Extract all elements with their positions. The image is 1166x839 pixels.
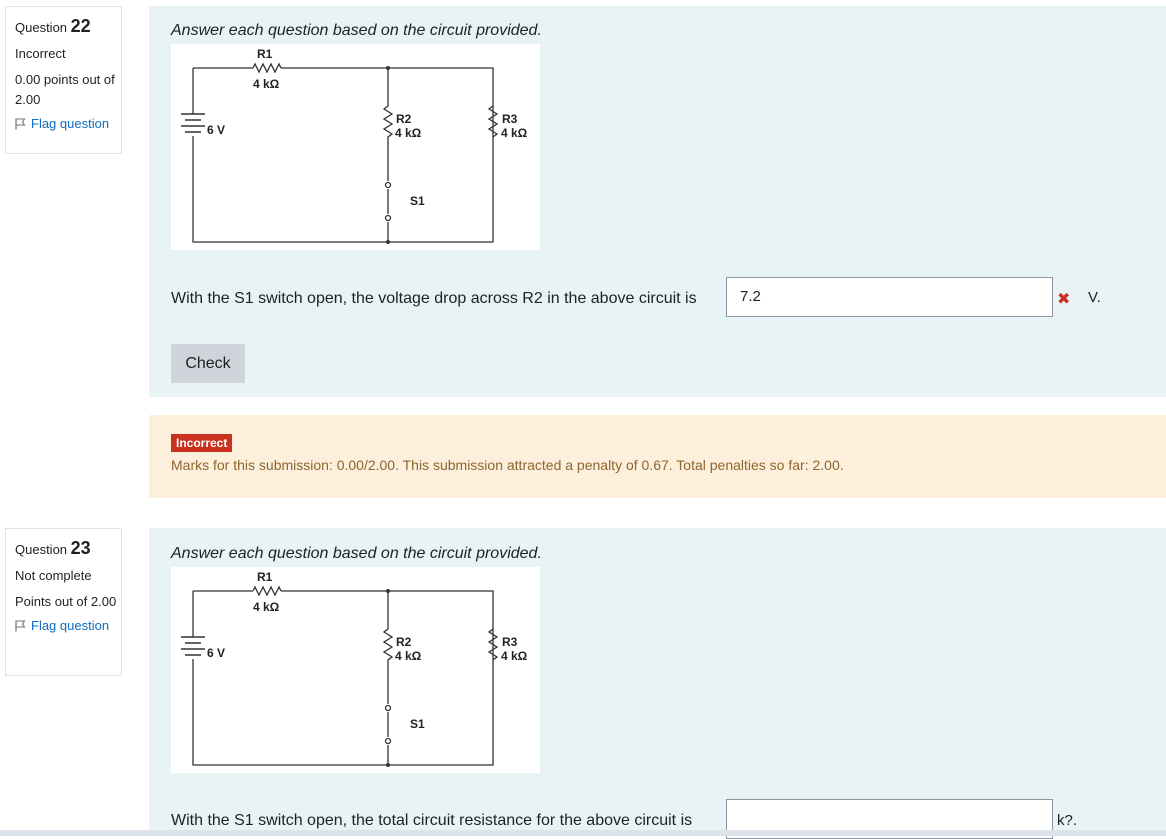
- circuit-diagram: R1 4 kΩ 6 V R2 4 kΩ R3 4 kΩ S1: [171, 567, 540, 773]
- answer-unit: V.: [1088, 289, 1101, 306]
- question-text: With the S1 switch open, the voltage dro…: [171, 290, 697, 307]
- cross-icon: ✖: [1057, 291, 1071, 308]
- question-state: Not complete: [15, 568, 92, 583]
- r2-name: R2: [396, 635, 412, 649]
- answer-input[interactable]: 7.2: [726, 277, 1053, 317]
- question-formulation-22: Answer each question based on the circui…: [149, 6, 1166, 397]
- circuit-svg: R1 4 kΩ 6 V R2 4 kΩ R3 4 kΩ S1: [181, 570, 528, 767]
- question-number-value: 23: [70, 538, 91, 558]
- flag-question-link[interactable]: Flag question: [15, 618, 121, 633]
- circuit-svg: R1 4 kΩ 6 V R2 4 kΩ R3 4 kΩ S1: [181, 47, 528, 244]
- question-info-23: Question 23 Not complete Points out of 2…: [5, 528, 122, 676]
- question-prompt: Answer each question based on the circui…: [171, 545, 542, 562]
- check-button[interactable]: Check: [171, 344, 245, 383]
- question-prompt: Answer each question based on the circui…: [171, 22, 542, 39]
- source-label: 6 V: [207, 123, 225, 137]
- flag-icon: [15, 117, 26, 129]
- r1-value: 4 kΩ: [253, 77, 280, 91]
- r2-value: 4 kΩ: [395, 126, 422, 140]
- question-grade: Points out of 2.00: [15, 594, 117, 609]
- r2-value: 4 kΩ: [395, 649, 422, 663]
- question-number: Question 23: [15, 538, 121, 559]
- flag-icon: [15, 619, 26, 631]
- question-number-value: 22: [70, 16, 91, 36]
- page-bottom-border: [0, 830, 1166, 836]
- question-outcome-22: Incorrect Marks for this submission: 0.0…: [149, 415, 1166, 498]
- incorrect-badge: Incorrect: [171, 434, 233, 452]
- r3-value: 4 kΩ: [501, 126, 528, 140]
- r1-value: 4 kΩ: [253, 600, 280, 614]
- question-label: Question: [15, 542, 68, 557]
- r3-name: R3: [502, 112, 518, 126]
- switch-label: S1: [410, 717, 425, 731]
- question-formulation-23: Answer each question based on the circui…: [149, 528, 1166, 839]
- answer-unit: k?.: [1057, 812, 1078, 829]
- flag-question-label[interactable]: Flag question: [31, 116, 109, 131]
- switch-label: S1: [410, 194, 425, 208]
- flag-question-label[interactable]: Flag question: [31, 618, 109, 633]
- flag-question-link[interactable]: Flag question: [15, 116, 121, 131]
- r3-value: 4 kΩ: [501, 649, 528, 663]
- question-state: Incorrect: [15, 46, 66, 61]
- question-text: With the S1 switch open, the total circu…: [171, 812, 693, 829]
- r1-name: R1: [257, 570, 273, 584]
- marks-feedback: Marks for this submission: 0.00/2.00. Th…: [171, 457, 844, 473]
- question-number: Question 22: [15, 16, 121, 37]
- question-info-22: Question 22 Incorrect 0.00 points out of…: [5, 6, 122, 154]
- source-label: 6 V: [207, 646, 225, 660]
- r3-name: R3: [502, 635, 518, 649]
- question-grade: 0.00 points out of 2.00: [15, 72, 115, 107]
- r1-name: R1: [257, 47, 273, 61]
- question-label: Question: [15, 20, 68, 35]
- r2-name: R2: [396, 112, 412, 126]
- circuit-diagram: R1 4 kΩ 6 V R2 4 kΩ R3 4 kΩ S1: [171, 44, 540, 250]
